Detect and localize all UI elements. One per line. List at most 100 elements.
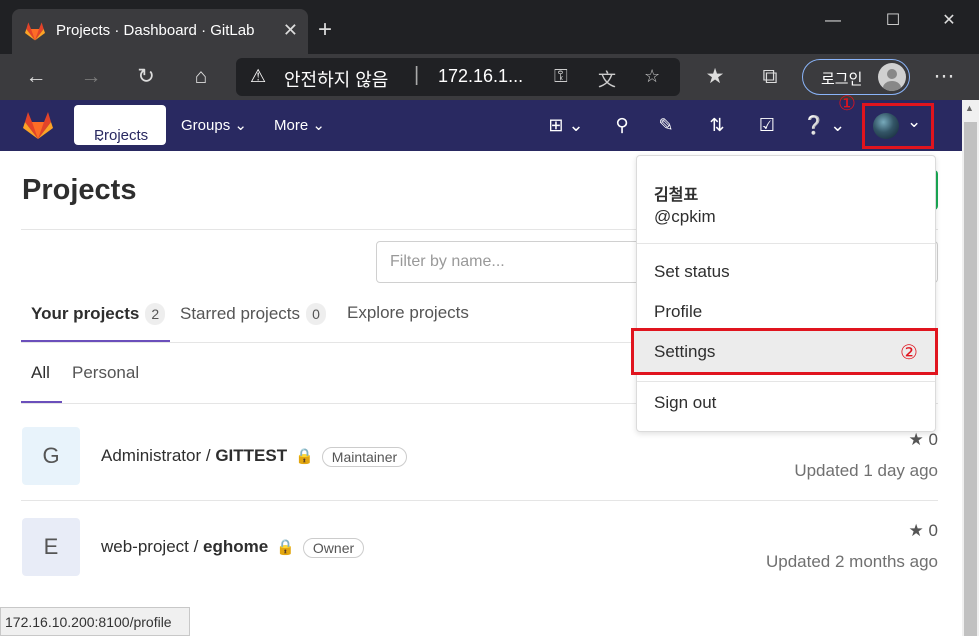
chevron-down-icon: ⌄ — [830, 115, 846, 135]
count-badge: 0 — [306, 303, 326, 325]
screen: Projects · Dashboard · GitLab ✕ + — ☐ ✕ … — [0, 0, 979, 636]
filter-input[interactable]: Filter by name... — [376, 241, 646, 283]
todos-icon[interactable]: ☑ — [755, 112, 779, 138]
user-handle[interactable]: @cpkim — [654, 207, 716, 227]
nav-groups-label: Groups — [181, 117, 231, 134]
window-close-icon[interactable]: ✕ — [929, 6, 969, 36]
star-count-value: 0 — [928, 430, 938, 449]
issues-icon[interactable]: ✎ — [654, 112, 678, 138]
key-icon[interactable]: ⚿ — [554, 66, 568, 87]
gitlab-logo-icon[interactable] — [22, 110, 54, 140]
annotation-marker-2: ② — [900, 342, 918, 364]
tab-title: Projects · Dashboard · GitLab — [56, 22, 255, 39]
menu-item-set-status[interactable]: Set status — [654, 262, 730, 282]
user-dropdown-menu: 김철표 @cpkim Set status Profile Settings ②… — [631, 155, 938, 432]
help-icon: ❔ — [802, 115, 826, 135]
tab-close-icon[interactable]: ✕ — [283, 19, 298, 41]
chevron-down-icon: ⌄ — [94, 128, 107, 145]
browser-tab-bar: Projects · Dashboard · GitLab ✕ + — ☐ ✕ — [0, 0, 979, 54]
merge-requests-icon[interactable]: ⇅ — [705, 112, 729, 138]
user-menu-button[interactable]: ⌄ — [862, 103, 934, 149]
favorite-star-icon[interactable]: ☆ — [644, 66, 660, 87]
project-avatar[interactable]: E — [22, 518, 80, 576]
url-text[interactable]: 172.16.1... — [438, 66, 523, 87]
count-badge: 2 — [145, 303, 166, 325]
tab-label: Your projects — [31, 304, 140, 323]
profile-login-button[interactable]: 로그인 — [802, 59, 910, 95]
project-namespace: Administrator / — [101, 446, 216, 465]
tab-your-projects[interactable]: Your projects 2 — [31, 303, 166, 325]
menu-item-profile[interactable]: Profile — [654, 302, 702, 322]
gitlab-header: Projects ⌄ Groups ⌄ More ⌄ ⊞ ⌄ ⚲ ✎ ⇅ ☑ ❔… — [0, 93, 962, 151]
url-separator: | — [414, 64, 420, 86]
tab-starred-projects[interactable]: Starred projects 0 — [180, 303, 326, 325]
translate-icon[interactable]: 文 — [598, 66, 616, 92]
annotation-marker-1: ① — [838, 93, 856, 115]
divider — [637, 243, 935, 244]
project-name: eghome — [203, 537, 269, 556]
status-bar-url: 172.16.10.200:8100/profile — [0, 607, 190, 636]
address-bar[interactable]: ⚠ 안전하지 않음 | 172.16.1... ⚿ 文 ☆ — [236, 58, 680, 96]
lock-icon: 🔒 — [276, 539, 295, 556]
project-name-link[interactable]: web-project / eghome 🔒 Owner — [101, 537, 365, 558]
maximize-icon[interactable]: ☐ — [873, 6, 913, 36]
home-icon[interactable]: ⌂ — [185, 61, 217, 93]
page-title: Projects — [22, 174, 137, 206]
tab-explore-projects[interactable]: Explore projects — [347, 303, 469, 323]
browser-tab[interactable]: Projects · Dashboard · GitLab ✕ — [12, 9, 308, 54]
project-name: GITTEST — [215, 446, 288, 465]
page-scrollbar[interactable]: ▲ — [962, 100, 979, 636]
scroll-up-icon[interactable]: ▲ — [965, 103, 974, 113]
star-icon: ★ — [908, 430, 924, 449]
project-name-link[interactable]: Administrator / GITTEST 🔒 Maintainer — [101, 446, 408, 467]
tab-label: Starred projects — [180, 304, 300, 323]
new-item-button[interactable]: ⊞ ⌄ — [544, 112, 588, 138]
minimize-icon[interactable]: — — [813, 6, 853, 36]
menu-item-sign-out[interactable]: Sign out — [654, 393, 716, 413]
nav-projects-button[interactable]: Projects ⌄ — [74, 105, 166, 145]
security-label[interactable]: 안전하지 않음 — [284, 66, 388, 92]
chevron-down-icon: ⌄ — [568, 115, 584, 135]
collections-icon[interactable]: ⧉ — [754, 61, 786, 93]
star-count[interactable]: ★ 0 — [909, 430, 938, 450]
divider — [21, 500, 938, 501]
menu-item-settings[interactable]: Settings ② — [631, 328, 938, 375]
user-display-name[interactable]: 김철표 — [654, 181, 698, 205]
star-count[interactable]: ★ 0 — [909, 521, 938, 541]
chevron-down-icon: ⌄ — [312, 117, 325, 134]
forward-icon[interactable]: → — [75, 61, 107, 93]
subtab-personal[interactable]: Personal — [72, 363, 139, 383]
back-icon[interactable]: ← — [20, 61, 52, 93]
refresh-icon[interactable]: ↻ — [130, 61, 162, 93]
lock-icon: 🔒 — [295, 448, 314, 465]
gitlab-favicon-icon — [25, 22, 45, 41]
divider — [637, 381, 935, 382]
chevron-down-icon: ⌄ — [907, 112, 922, 131]
user-avatar — [873, 113, 899, 139]
settings-label: Settings — [654, 342, 716, 361]
scroll-thumb[interactable] — [964, 122, 977, 636]
warning-icon[interactable]: ⚠ — [250, 66, 266, 87]
updated-time: Updated 2 months ago — [765, 552, 938, 571]
new-tab-button[interactable]: + — [318, 16, 332, 44]
updated-time: Updated 1 day ago — [794, 461, 938, 480]
star-icon: ★ — [908, 521, 924, 540]
star-count-value: 0 — [928, 521, 938, 540]
login-label: 로그인 — [821, 71, 863, 88]
project-avatar[interactable]: G — [22, 427, 80, 485]
browser-toolbar: ← → ↻ ⌂ ⚠ 안전하지 않음 | 172.16.1... ⚿ 文 ☆ ★ … — [0, 54, 979, 100]
tab-label: Explore projects — [347, 303, 469, 322]
role-badge: Maintainer — [321, 446, 408, 467]
nav-groups-button[interactable]: Groups ⌄ — [181, 116, 247, 134]
project-namespace: web-project / — [101, 537, 204, 556]
nav-more-label: More — [274, 117, 309, 134]
search-icon[interactable]: ⚲ — [610, 112, 634, 138]
favorites-icon[interactable]: ★ — [699, 61, 731, 93]
plus-square-icon: ⊞ — [548, 115, 564, 135]
nav-more-button[interactable]: More ⌄ — [274, 116, 325, 134]
chevron-down-icon: ⌄ — [234, 117, 247, 134]
more-menu-icon[interactable]: ⋯ — [928, 61, 960, 93]
role-badge: Owner — [302, 537, 365, 558]
subtab-all[interactable]: All — [31, 363, 50, 383]
profile-avatar-icon — [878, 63, 906, 91]
